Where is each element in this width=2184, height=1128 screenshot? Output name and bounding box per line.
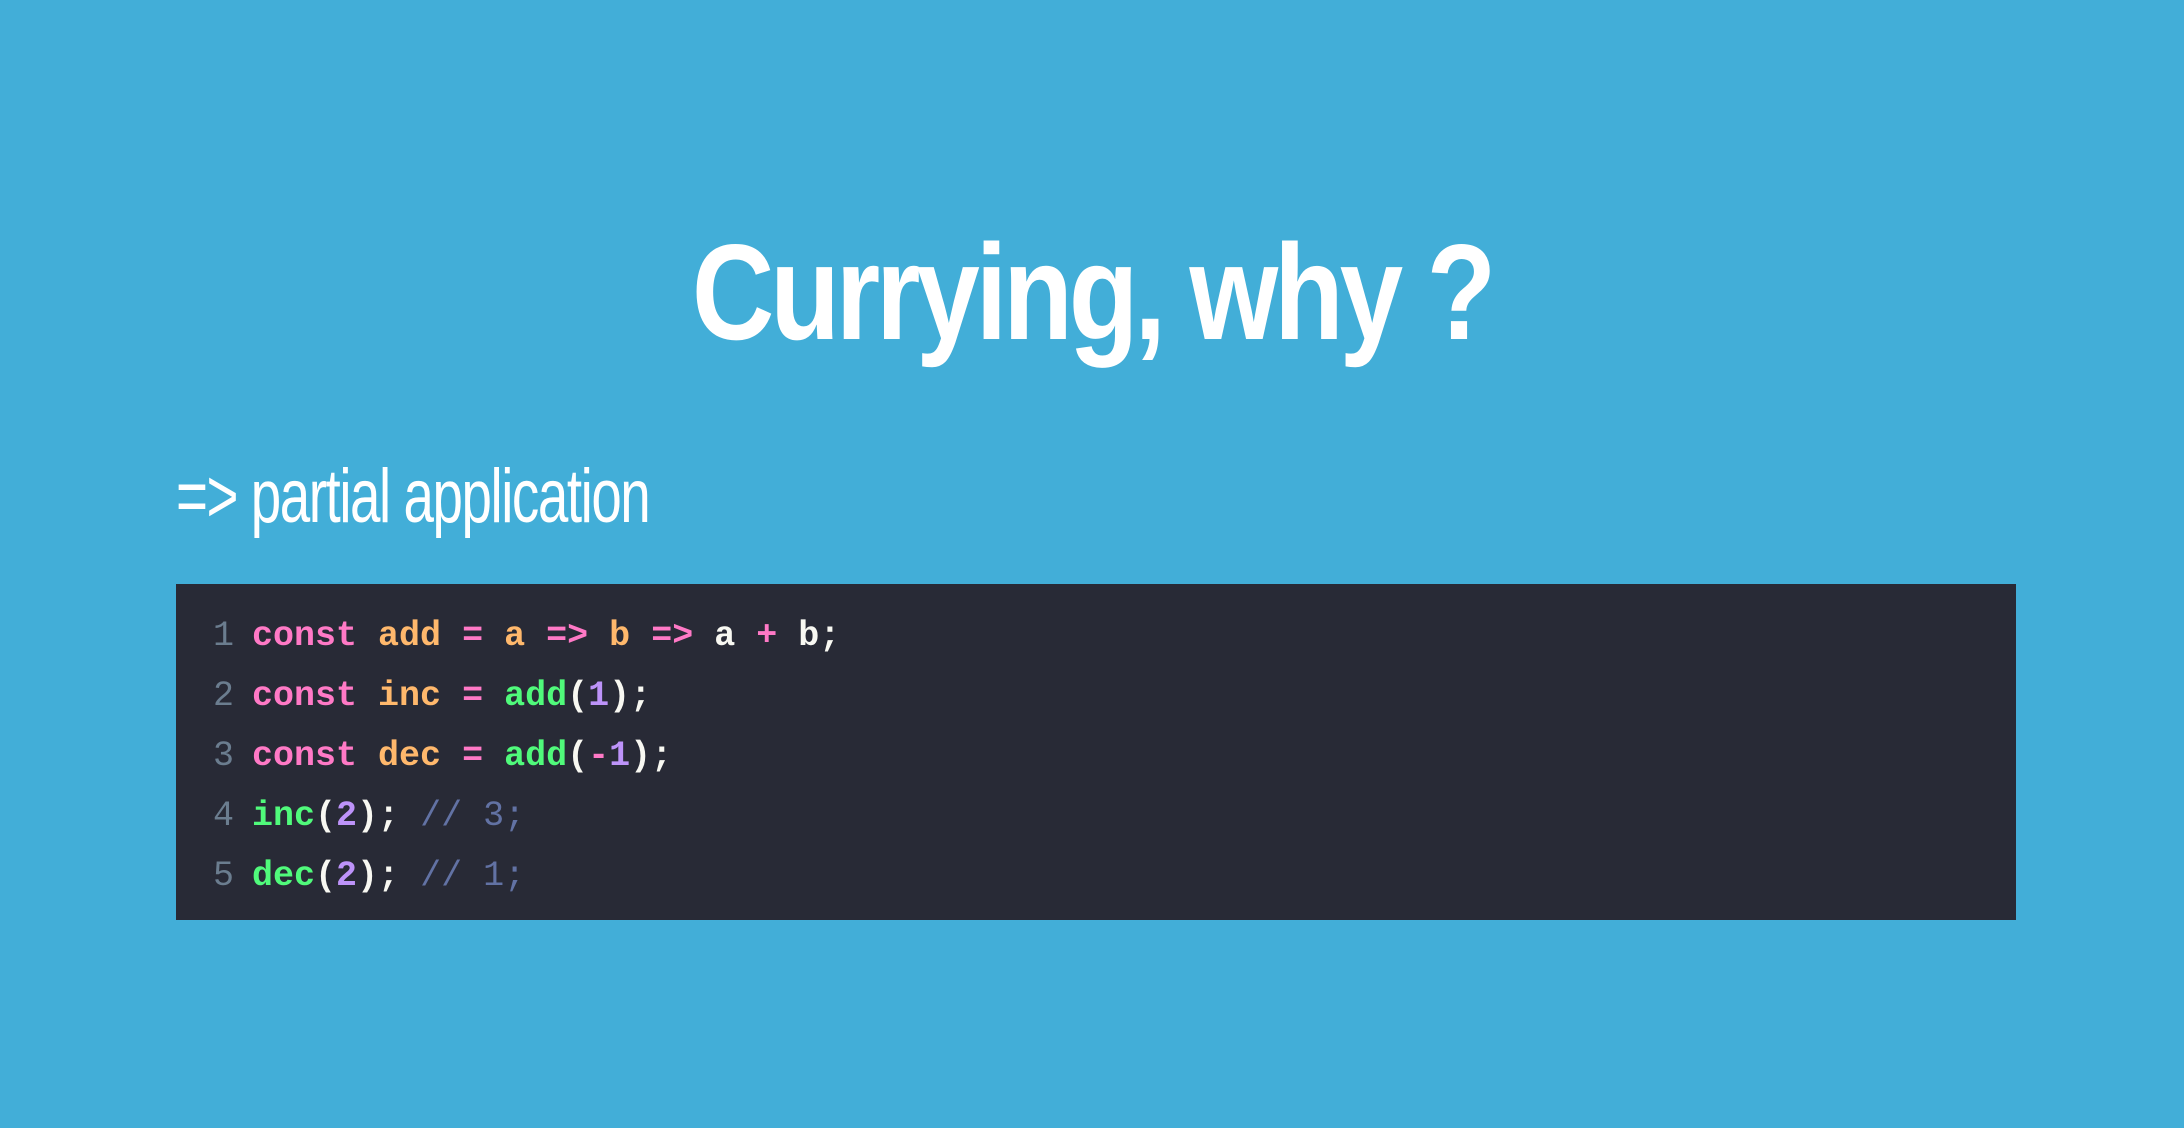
code-line: 3 const dec = add(-1); — [176, 726, 2016, 786]
code-comment: // 1; — [420, 856, 526, 896]
code-token: inc — [378, 676, 442, 716]
code-token: => — [546, 616, 589, 656]
code-line: 1 const add = a => b => a + b; — [176, 606, 2016, 666]
code-line: 5 dec(2); // 1; — [176, 846, 2016, 906]
code-token: => — [651, 616, 694, 656]
code-token: const — [252, 736, 358, 776]
code-token: + — [756, 616, 778, 656]
code-token: const — [252, 616, 358, 656]
code-line: 2 const inc = add(1); — [176, 666, 2016, 726]
code-token: = — [462, 616, 484, 656]
code-token: add — [504, 676, 568, 716]
code-token: ); — [357, 796, 421, 836]
code-token: const — [252, 676, 358, 716]
line-number: 1 — [212, 616, 234, 656]
slide-subtitle: => partial application — [176, 454, 651, 539]
line-number: 2 — [212, 676, 234, 716]
code-token: - — [588, 736, 610, 776]
code-token: b; — [777, 616, 841, 656]
code-token: ); — [630, 736, 673, 776]
code-token: ); — [357, 856, 421, 896]
line-number: 3 — [212, 736, 234, 776]
code-token: dec — [378, 736, 442, 776]
code-token: 2 — [336, 796, 358, 836]
code-token: inc — [252, 796, 316, 836]
code-token: ( — [567, 676, 589, 716]
code-comment: // 3; — [420, 796, 526, 836]
code-token: 1 — [588, 676, 610, 716]
code-token: ( — [315, 856, 337, 896]
code-token: = — [462, 676, 484, 716]
code-token: add — [378, 616, 442, 656]
line-number: 4 — [212, 796, 234, 836]
slide-title: Currying, why ? — [691, 216, 1496, 368]
code-token: dec — [252, 856, 316, 896]
code-token: 1 — [609, 736, 631, 776]
line-number: 5 — [212, 856, 234, 896]
code-token: b — [609, 616, 631, 656]
code-block: 1 const add = a => b => a + b; 2 const i… — [176, 584, 2016, 920]
code-token: = — [462, 736, 484, 776]
code-token: a — [504, 616, 526, 656]
code-line: 4 inc(2); // 3; — [176, 786, 2016, 846]
code-token: 2 — [336, 856, 358, 896]
code-token: add — [504, 736, 568, 776]
code-token: a — [693, 616, 757, 656]
code-token: ( — [315, 796, 337, 836]
code-token: ( — [567, 736, 589, 776]
code-token: ); — [609, 676, 652, 716]
